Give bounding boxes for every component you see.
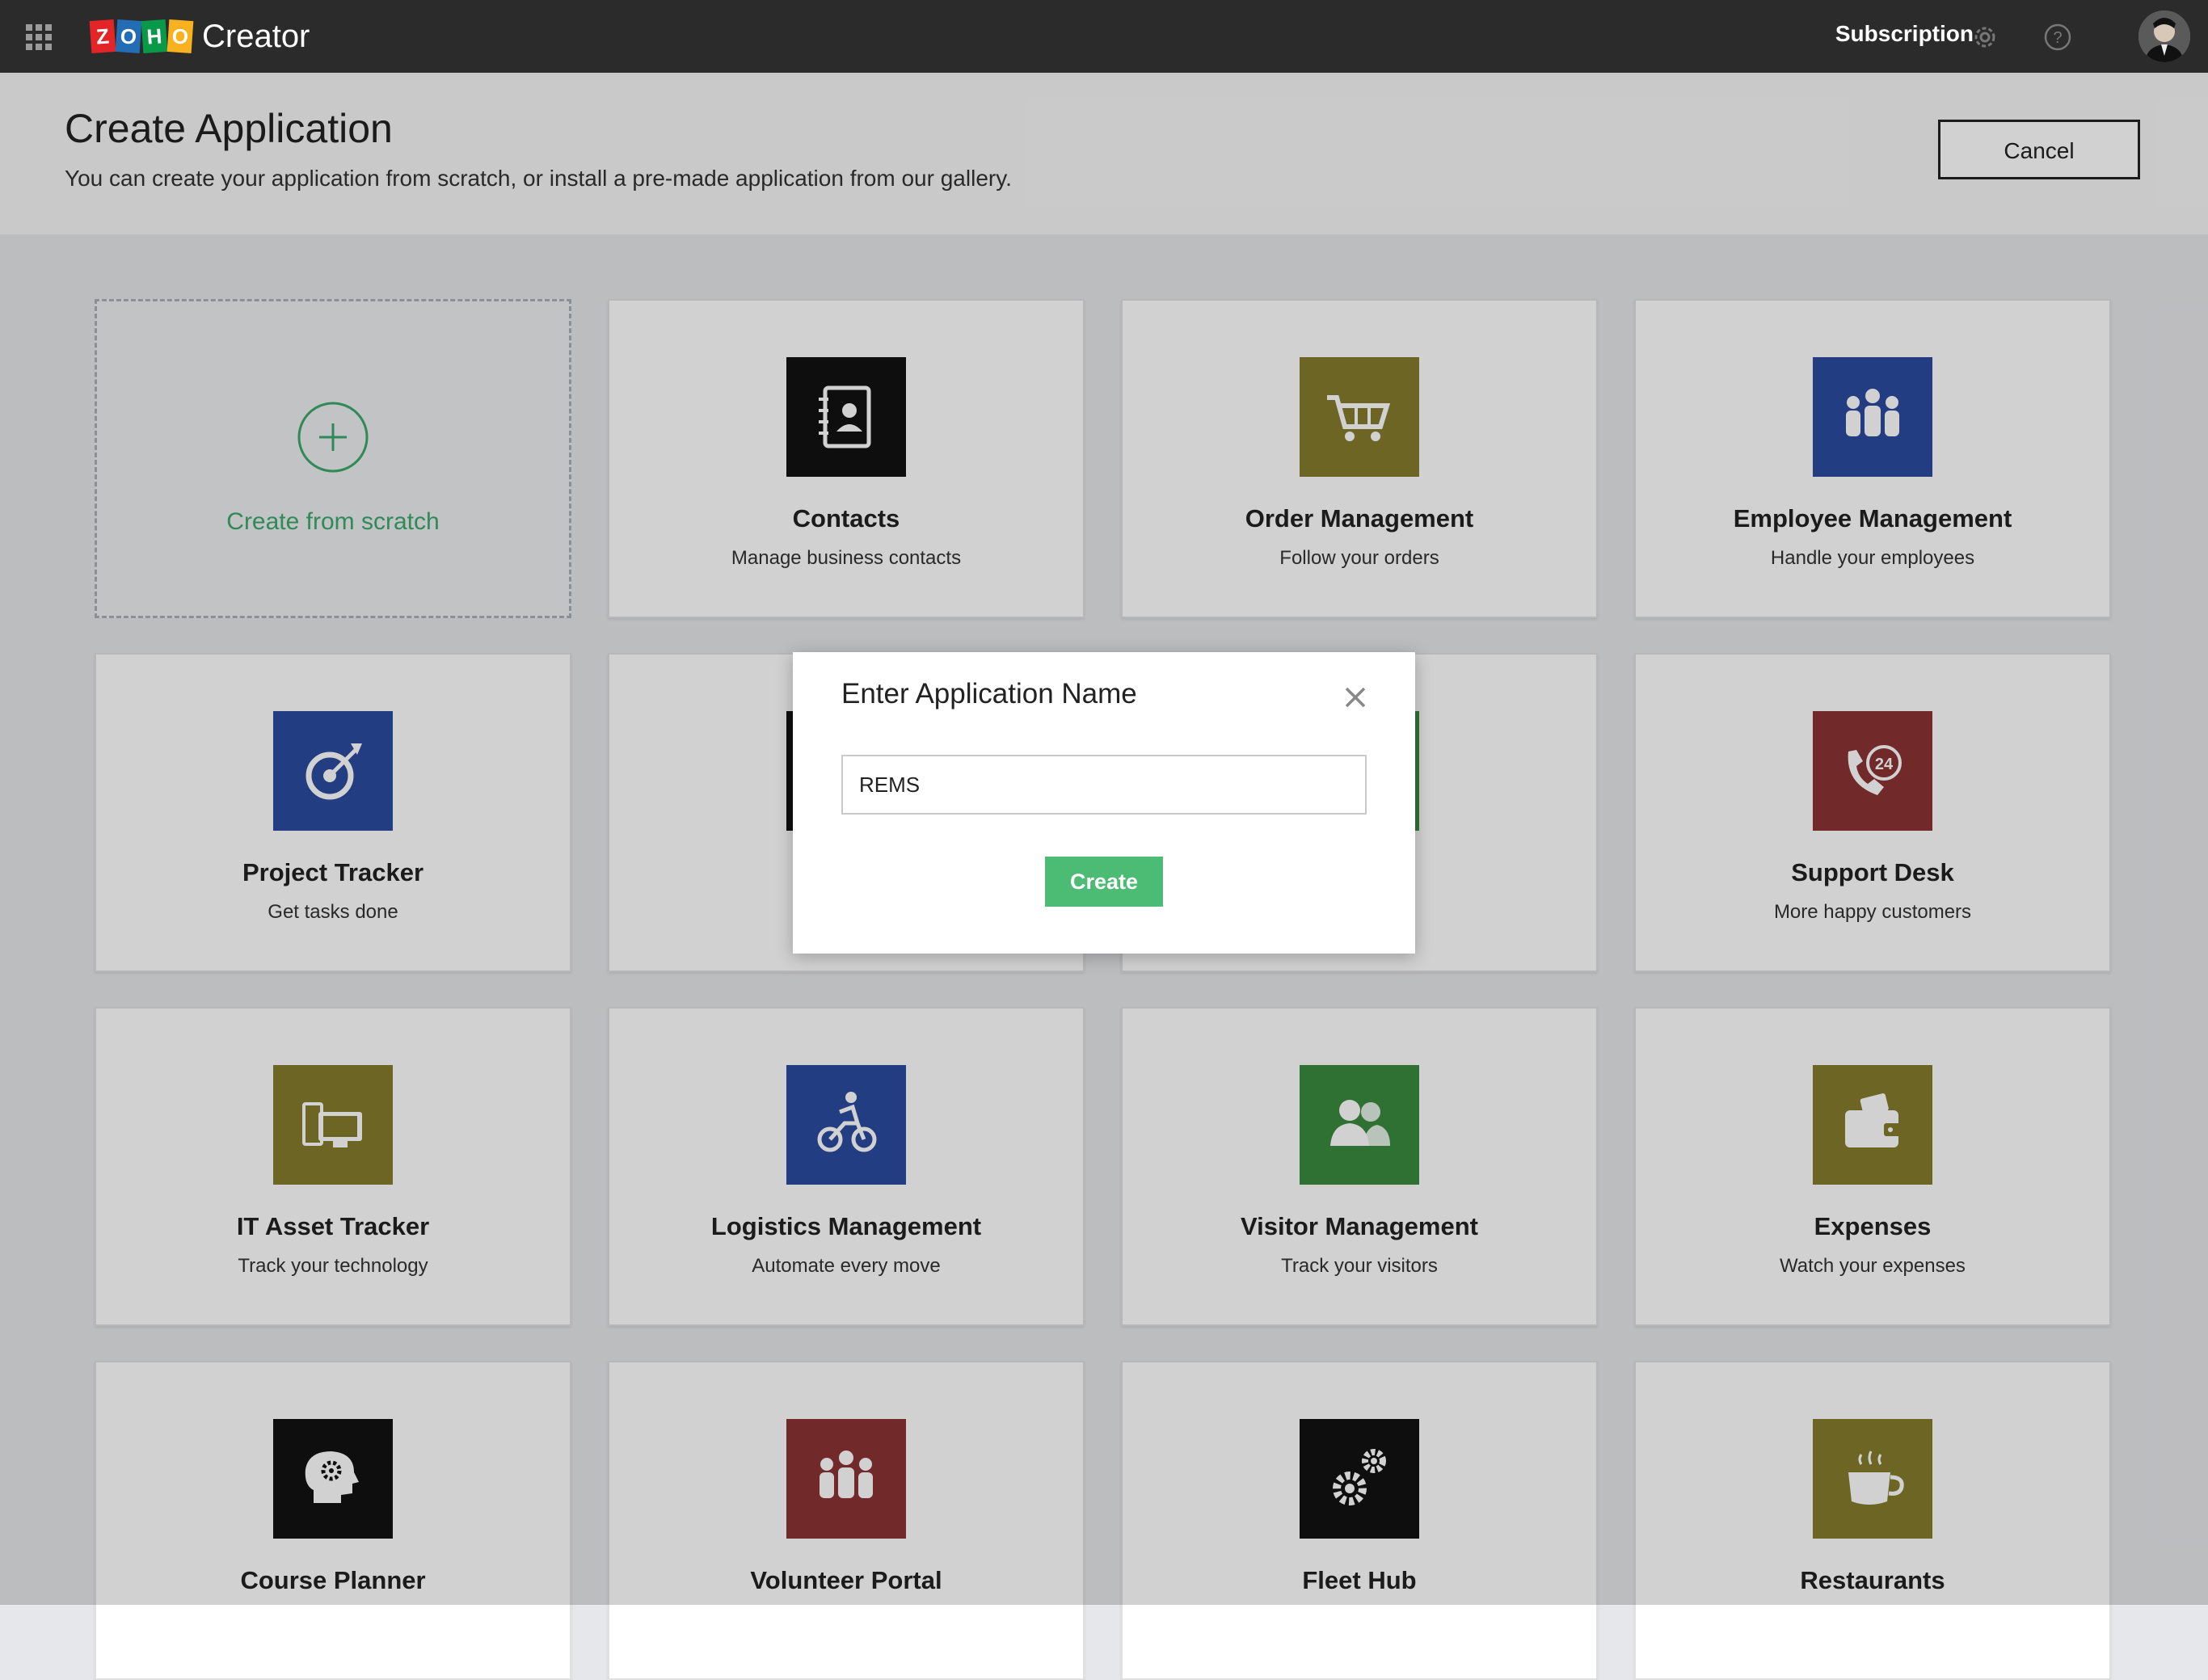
zoho-creator-logo[interactable]: Z O H O Creator <box>89 16 310 57</box>
svg-text:?: ? <box>2053 29 2062 47</box>
subscription-link[interactable]: Subscription <box>1835 21 1974 47</box>
app-name-dialog: Enter Application Name Create <box>793 652 1415 954</box>
logo-app-name: Creator <box>202 18 310 54</box>
dialog-title: Enter Application Name <box>841 678 1137 709</box>
logo-letter: H <box>141 19 168 53</box>
logo-letter: O <box>115 19 142 53</box>
logo-letter: Z <box>89 19 116 53</box>
avatar[interactable] <box>2138 11 2190 62</box>
app-grid-icon[interactable] <box>24 23 53 52</box>
help-icon[interactable]: ? <box>2043 23 2072 52</box>
gear-icon[interactable] <box>1970 23 1999 52</box>
application-name-input[interactable] <box>841 755 1367 815</box>
top-bar: Z O H O Creator Subscription ? <box>0 0 2208 73</box>
close-icon[interactable] <box>1342 684 1368 710</box>
create-button[interactable]: Create <box>1045 857 1163 907</box>
logo-letter: O <box>166 19 194 53</box>
